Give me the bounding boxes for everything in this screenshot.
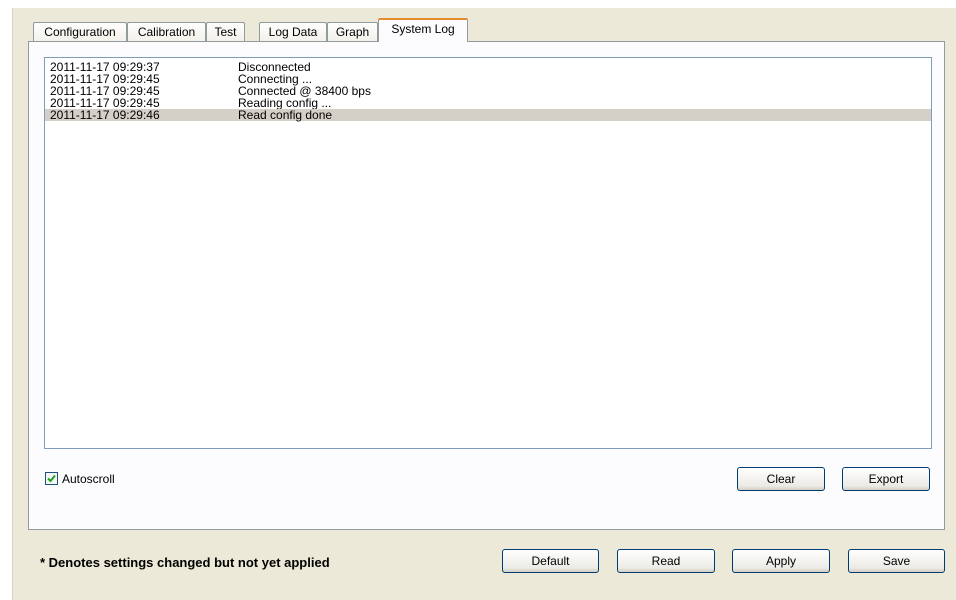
- tab-log-data[interactable]: Log Data: [259, 22, 327, 41]
- log-row[interactable]: 2011-11-17 09:29:45 Connecting ...: [45, 73, 931, 85]
- checkbox-box[interactable]: [45, 472, 58, 485]
- log-row[interactable]: 2011-11-17 09:29:45 Reading config ...: [45, 97, 931, 109]
- tab-graph[interactable]: Graph: [327, 22, 378, 41]
- autoscroll-label: Autoscroll: [62, 472, 115, 486]
- log-timestamp: 2011-11-17 09:29:46: [50, 108, 160, 122]
- tab-calibration[interactable]: Calibration: [127, 22, 206, 41]
- log-row[interactable]: 2011-11-17 09:29:45 Connected @ 38400 bp…: [45, 85, 931, 97]
- tab-test[interactable]: Test: [206, 22, 245, 41]
- system-log-list[interactable]: 2011-11-17 09:29:37 Disconnected 2011-11…: [44, 57, 932, 449]
- tab-configuration[interactable]: Configuration: [33, 22, 127, 41]
- save-button[interactable]: Save: [848, 549, 945, 573]
- log-row[interactable]: 2011-11-17 09:29:37 Disconnected: [45, 61, 931, 73]
- unapplied-settings-note: * Denotes settings changed but not yet a…: [40, 555, 330, 570]
- read-button[interactable]: Read: [617, 549, 715, 573]
- export-button[interactable]: Export: [842, 467, 930, 491]
- checkmark-icon: [47, 474, 56, 483]
- clear-button[interactable]: Clear: [737, 467, 825, 491]
- apply-button[interactable]: Apply: [732, 549, 830, 573]
- tab-system-log[interactable]: System Log: [378, 18, 468, 42]
- log-message: Read config done: [238, 108, 333, 122]
- default-button[interactable]: Default: [502, 549, 599, 573]
- log-row-selected[interactable]: 2011-11-17 09:29:46 Read config done: [45, 109, 931, 121]
